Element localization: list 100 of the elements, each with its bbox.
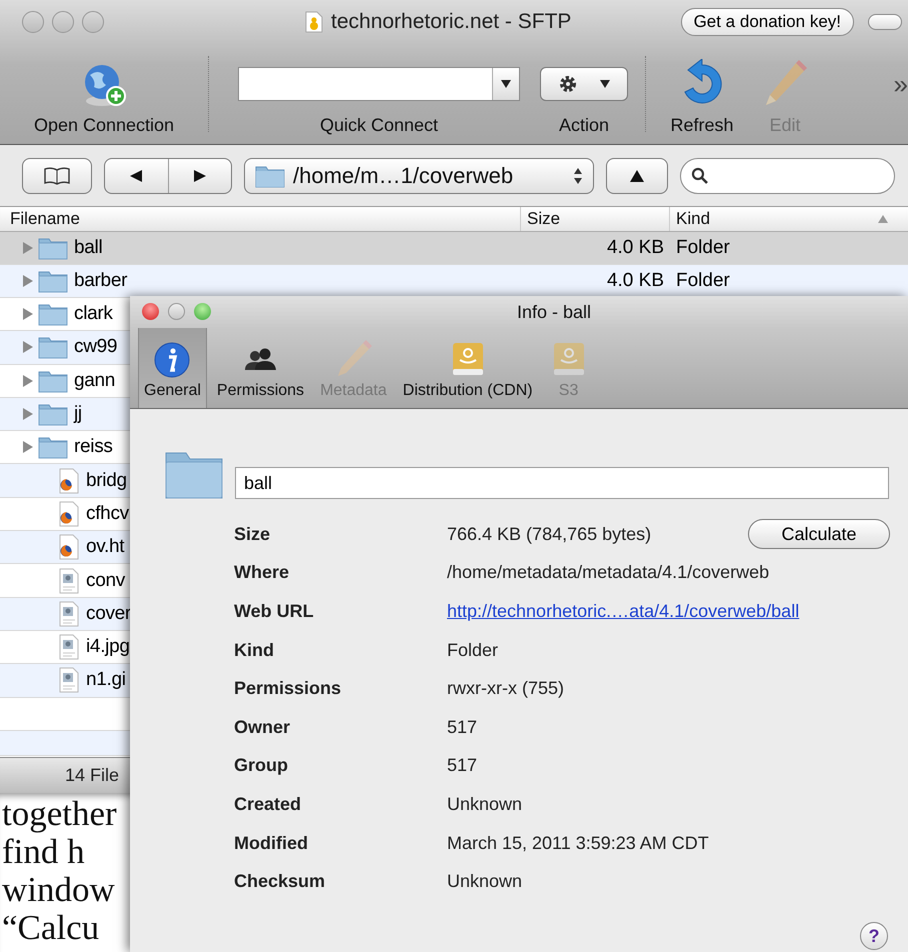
file-name: bridg — [86, 470, 127, 492]
folder-icon — [38, 236, 68, 260]
property-value: Unknown — [447, 794, 522, 815]
info-tab[interactable]: General — [138, 328, 207, 408]
parent-folder-button[interactable] — [606, 158, 668, 194]
image-file-icon — [58, 600, 80, 627]
info-icon — [152, 340, 192, 380]
search-field[interactable] — [680, 158, 895, 194]
file-row[interactable]: ov.ht — [0, 531, 130, 564]
book-icon — [44, 166, 70, 184]
file-kind: Folder — [675, 270, 731, 292]
property-value: 517 — [447, 755, 478, 776]
document-text: find h — [2, 833, 85, 871]
folder-icon — [38, 368, 68, 393]
image-file-icon — [58, 568, 80, 594]
property-value: March 15, 2011 3:59:23 AM CDT — [447, 832, 709, 854]
toolbar-toggle-button[interactable] — [868, 14, 902, 30]
disclosure-triangle-icon[interactable] — [22, 440, 34, 454]
web-page-icon — [58, 534, 80, 560]
up-arrow-icon — [630, 170, 644, 182]
folder-icon — [38, 302, 68, 326]
property-label: Modified — [234, 832, 309, 854]
web-url-link[interactable]: http://technorhetoric.…ata/4.1/coverweb/ball — [447, 600, 800, 622]
path-popup-button[interactable]: /home/m…1/coverweb — [244, 158, 594, 194]
window-title: Info - ball — [516, 302, 592, 322]
overflow-button[interactable]: » — [894, 68, 908, 100]
disclosure-triangle-icon[interactable] — [22, 407, 34, 422]
file-row[interactable]: cw99 — [0, 331, 130, 365]
file-name: reiss — [74, 436, 113, 458]
file-name: ball — [74, 237, 102, 259]
property-value: rwxr-xr-x (755) — [447, 678, 564, 700]
search-icon — [691, 166, 709, 184]
quick-connect-field[interactable] — [238, 67, 520, 101]
property-value: 517 — [447, 716, 478, 738]
disclosure-triangle-icon[interactable] — [22, 340, 34, 354]
document-text: together — [2, 795, 117, 833]
property-label: Created — [234, 794, 302, 815]
disclosure-triangle-icon[interactable] — [22, 241, 34, 255]
file-row[interactable]: barber 4.0 KB Folder — [0, 265, 908, 298]
property-value: Folder — [447, 640, 498, 661]
gear-icon — [558, 74, 578, 94]
minimize-button[interactable] — [168, 303, 185, 320]
image-file-icon — [58, 634, 80, 660]
zoom-button[interactable] — [82, 11, 104, 33]
file-size: 4.0 KB — [606, 237, 665, 259]
donation-button[interactable]: Get a donation key! — [680, 8, 854, 36]
file-name: cover — [86, 602, 131, 625]
forward-arrow-icon — [194, 170, 206, 182]
column-header[interactable]: Filename — [0, 207, 520, 231]
file-name: n1.gi — [86, 669, 126, 692]
zoom-button[interactable] — [194, 303, 211, 320]
file-kind: Folder — [675, 237, 731, 259]
file-name: cw99 — [74, 336, 118, 358]
caret-icon — [600, 80, 610, 88]
file-name: clark — [74, 303, 113, 326]
caret-icon — [501, 80, 511, 88]
disclosure-triangle-icon[interactable] — [22, 374, 34, 388]
minimize-button[interactable] — [52, 11, 74, 33]
property-label: Checksum — [234, 871, 326, 892]
toolbar-label: Open Connection — [34, 115, 174, 136]
toolbar-label: Action — [558, 115, 610, 136]
back-forward-control[interactable] — [104, 158, 232, 194]
file-row[interactable]: gann — [0, 364, 130, 398]
file-row[interactable]: n1.gi — [0, 664, 130, 698]
column-header[interactable]: Size — [520, 207, 669, 231]
disclosure-triangle-icon[interactable] — [22, 307, 34, 322]
window-title: technorhetoric.net - SFTP — [331, 10, 572, 34]
file-name: i4.jpg — [86, 636, 130, 658]
name-field[interactable]: ball — [235, 467, 889, 499]
file-row[interactable]: bridg — [0, 464, 130, 498]
file-row[interactable]: ball 4.0 KB Folder — [0, 232, 908, 265]
action-menu-button[interactable] — [540, 67, 628, 101]
help-button[interactable]: ? — [860, 922, 888, 950]
sort-arrow-icon — [878, 215, 888, 223]
file-row[interactable]: jj — [0, 398, 130, 432]
toolbar-label: Quick Connect — [320, 115, 438, 136]
back-arrow-icon — [130, 170, 142, 182]
column-header[interactable]: Kind — [669, 207, 908, 231]
disclosure-triangle-icon[interactable] — [22, 274, 34, 288]
calculate-button[interactable]: Calculate — [748, 519, 890, 550]
stepper-icon — [573, 166, 583, 184]
property-label: Owner — [234, 716, 292, 738]
file-row[interactable]: cover — [0, 598, 130, 631]
toolbar-label: Refresh — [670, 115, 734, 136]
status-text: 14 File — [65, 765, 120, 786]
info-tab[interactable]: Distribution (CDN) — [396, 328, 539, 408]
property-value: /home/metadata/metadata/4.1/coverweb — [447, 562, 770, 584]
property-value: 766.4 KB (784,765 bytes) — [447, 524, 652, 545]
file-size: 4.0 KB — [606, 270, 665, 292]
folder-icon — [38, 402, 68, 426]
close-button[interactable] — [142, 303, 159, 320]
web-page-icon — [58, 468, 80, 494]
document-icon — [305, 11, 323, 33]
info-tab[interactable]: Permissions — [210, 328, 310, 408]
property-label: Size — [234, 524, 272, 545]
property-label: Web URL — [234, 600, 315, 622]
close-button[interactable] — [22, 11, 44, 33]
property-label: Group — [234, 755, 289, 776]
file-name: ov.ht — [86, 536, 124, 558]
bookmarks-button[interactable] — [22, 158, 92, 194]
